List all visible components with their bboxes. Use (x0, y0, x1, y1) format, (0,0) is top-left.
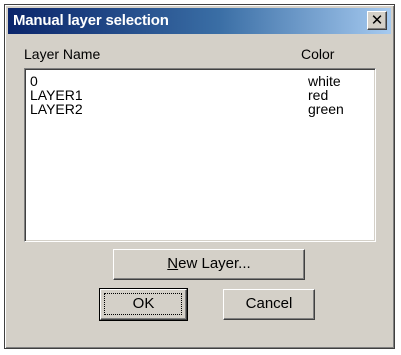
layer-color: white (308, 73, 341, 89)
column-header-layer-name: Layer Name (24, 46, 101, 62)
list-item[interactable]: LAYER2 green (30, 102, 370, 116)
title-bar[interactable]: Manual layer selection ✕ (8, 8, 391, 34)
layer-color: red (308, 87, 329, 103)
layer-name: LAYER2 (30, 101, 83, 117)
manual-layer-selection-dialog: Manual layer selection ✕ Layer Name Colo… (4, 4, 395, 349)
layer-color: green (308, 101, 344, 117)
layer-name: LAYER1 (30, 87, 83, 103)
cancel-label: Cancel (245, 295, 293, 312)
close-icon: ✕ (370, 11, 384, 29)
new-layer-button[interactable]: New Layer... (113, 249, 305, 280)
dialog-title: Manual layer selection (13, 12, 169, 29)
list-item[interactable]: LAYER1 red (30, 88, 370, 102)
list-item[interactable]: 0 white (30, 74, 370, 88)
cancel-button[interactable]: Cancel (223, 289, 315, 320)
layer-list[interactable]: 0 white LAYER1 red LAYER2 green (24, 68, 376, 242)
new-layer-accelerator: N (167, 255, 179, 272)
close-button[interactable]: ✕ (367, 11, 387, 30)
column-header-color: Color (301, 46, 335, 62)
ok-label: OK (132, 295, 155, 312)
ok-button[interactable]: OK (99, 288, 188, 321)
layer-name: 0 (30, 73, 38, 89)
new-layer-label: ew Layer... (178, 255, 251, 272)
